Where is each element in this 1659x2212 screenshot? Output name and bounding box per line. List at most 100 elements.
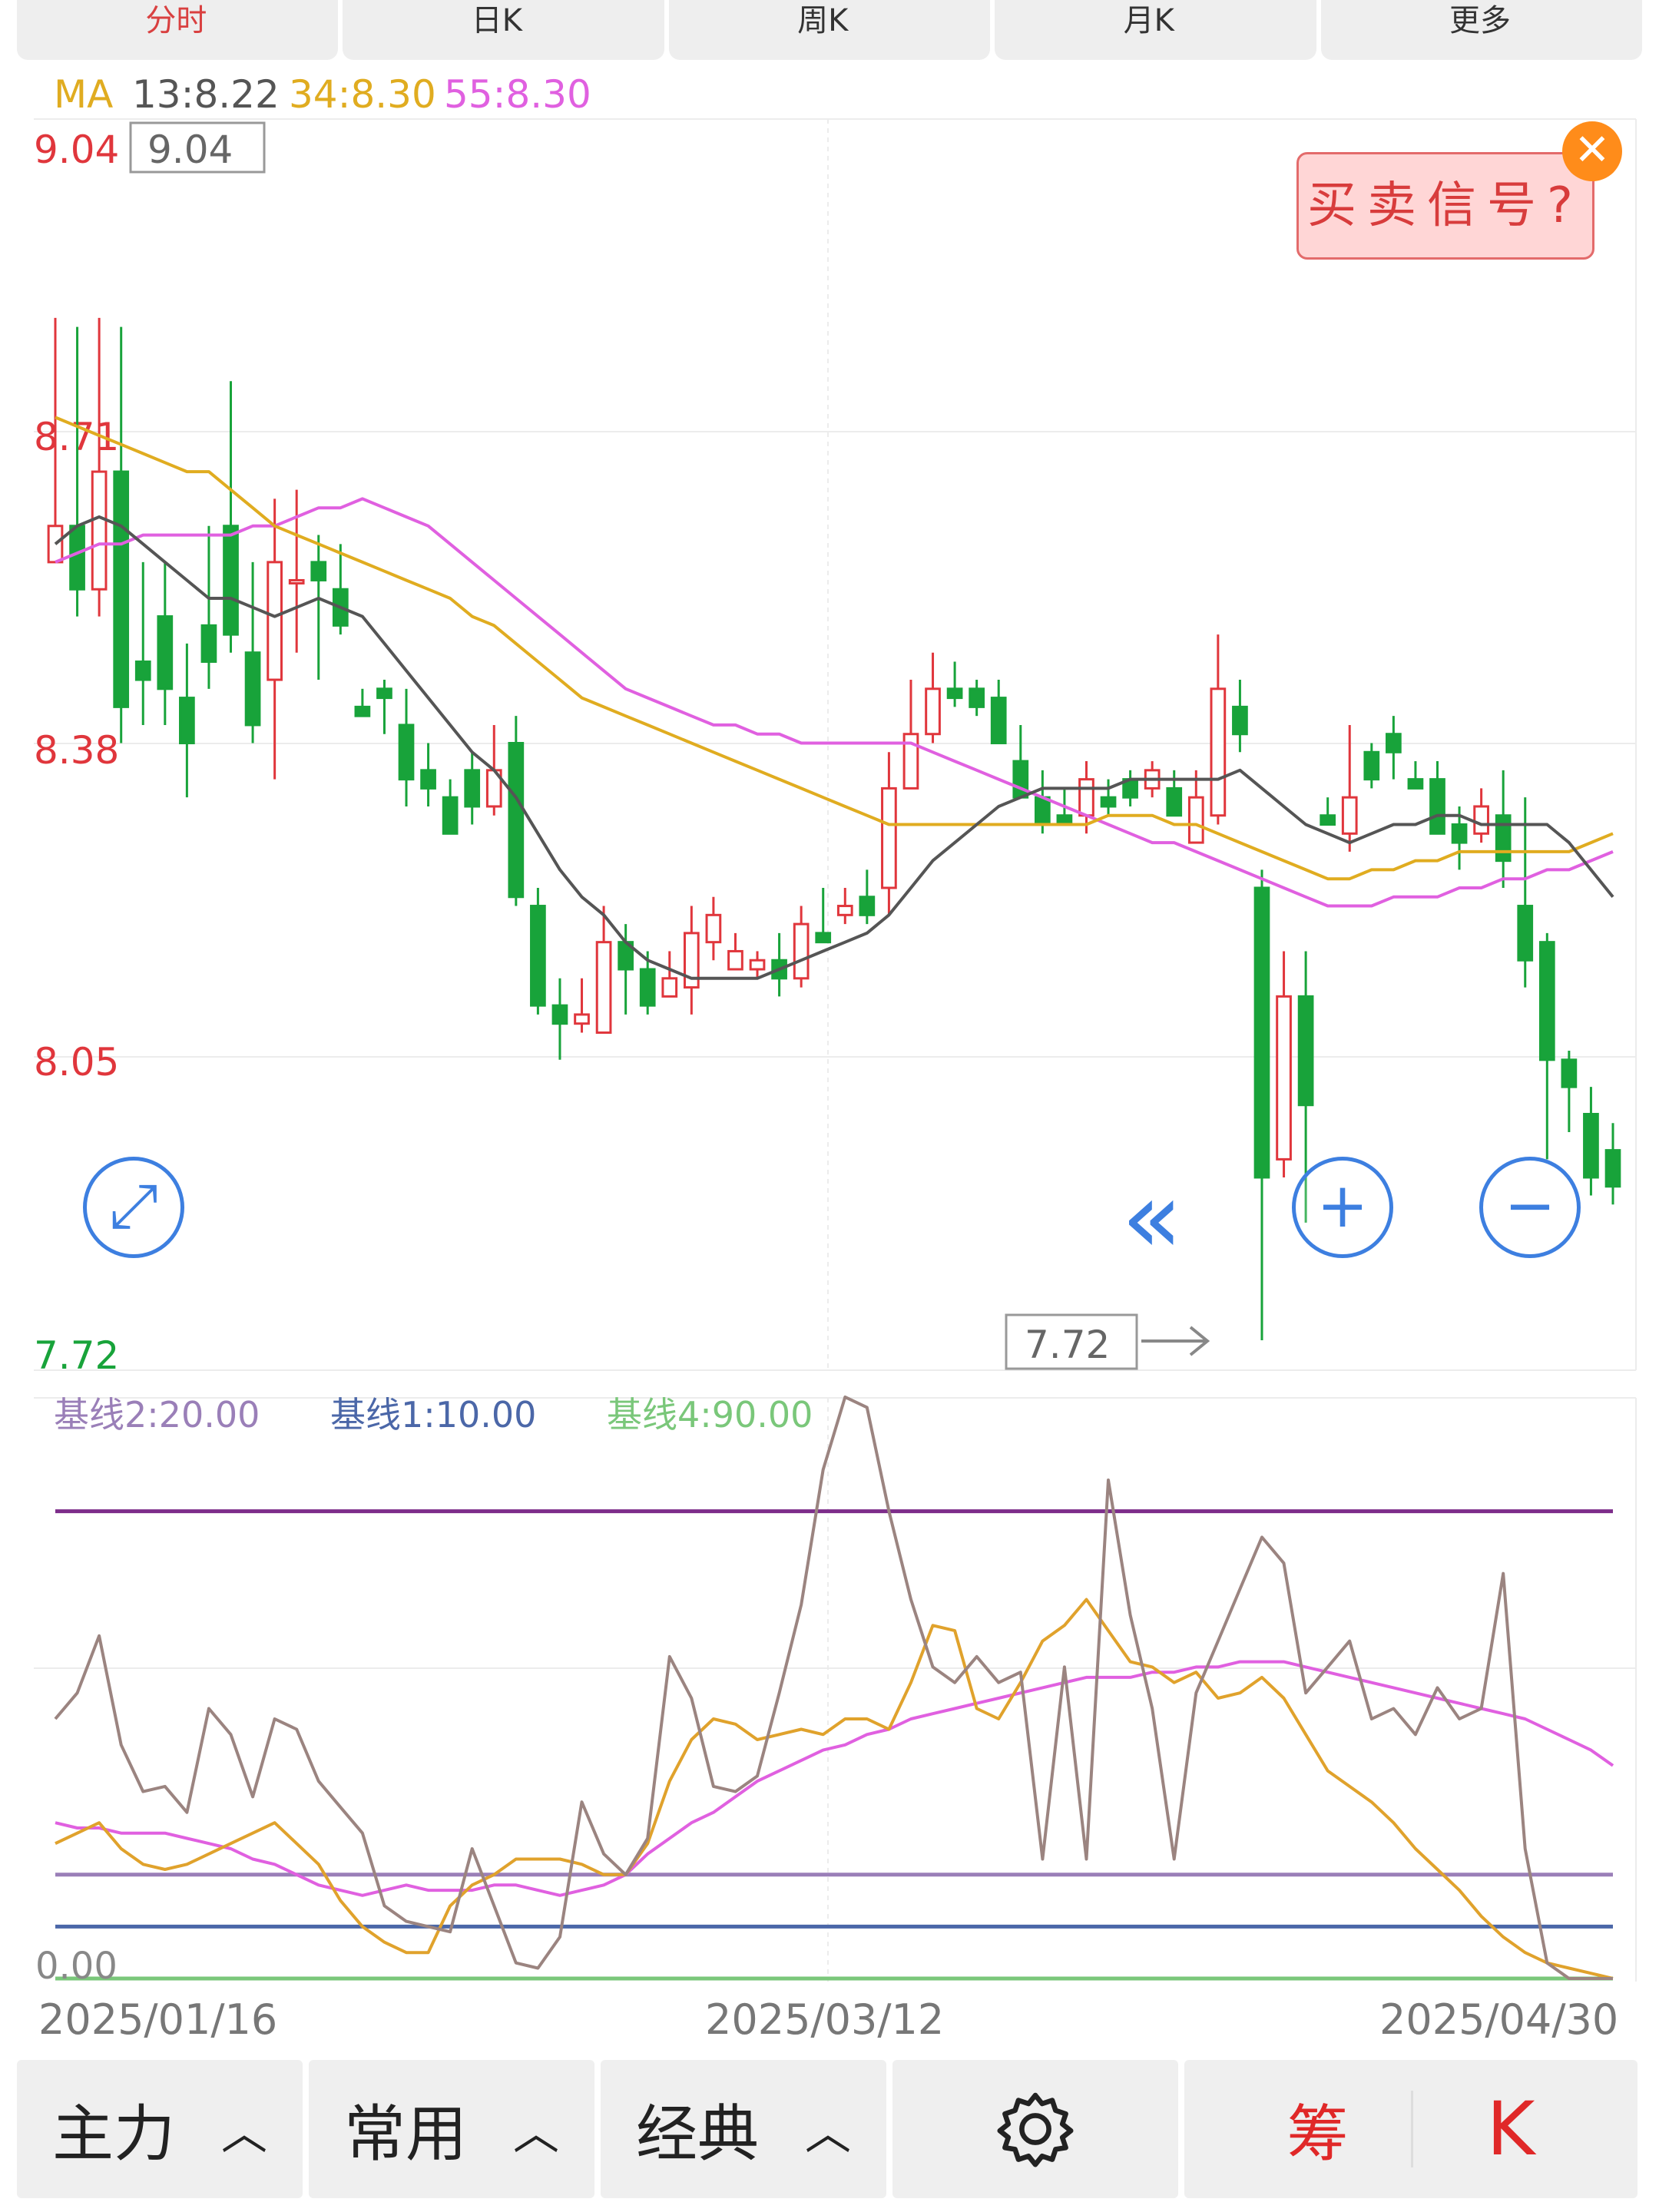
- main-indicator-label: 主力: [52, 2098, 175, 2170]
- indicator-j-line: [55, 1660, 1614, 1897]
- candle-body: [179, 697, 195, 745]
- ma34-legend: 34:8.30: [289, 72, 436, 117]
- candle-body: [595, 941, 612, 1034]
- candle-body: [793, 922, 810, 980]
- scroll-left-icon[interactable]: «: [1121, 1167, 1183, 1267]
- candle-body: [639, 968, 656, 1007]
- base2-legend: 基线2:20.00: [54, 1394, 260, 1435]
- indicator-zero-label: 0.00: [35, 1945, 118, 1988]
- date-label-start: 2025/01/16: [38, 1995, 277, 2044]
- candle-body: [442, 796, 459, 835]
- candle-body: [1210, 687, 1227, 817]
- candle-body: [508, 742, 525, 899]
- candle-body: [727, 949, 743, 971]
- candle-body: [288, 578, 305, 584]
- ma13-legend: 13:8.22: [132, 72, 280, 117]
- candle-body: [47, 525, 64, 564]
- price-high-label: 9.04: [34, 127, 119, 172]
- candle-body: [881, 786, 897, 889]
- candle-body: [530, 905, 546, 1007]
- candle-body: [574, 1013, 590, 1025]
- low-arrow-icon: [1141, 1326, 1210, 1356]
- candle-body: [1473, 805, 1489, 835]
- candle-body: [1604, 1149, 1621, 1188]
- common-indicator-label: 常用: [344, 2098, 467, 2170]
- candle-body: [1341, 796, 1358, 835]
- candle-body: [376, 687, 392, 700]
- candle-body: [91, 470, 108, 591]
- candle-body: [134, 660, 151, 681]
- candle-body: [1561, 1058, 1578, 1088]
- common-indicator-menu[interactable]: 常用 ︿: [309, 2060, 594, 2198]
- candle-body: [1407, 778, 1424, 790]
- candle-body: [859, 896, 876, 916]
- main-indicator-menu[interactable]: 主力 ︿: [17, 2060, 303, 2198]
- stock-chart[interactable]: MA 13:8.22 34:8.30 55:8.30 9.04 9.04 8.7…: [0, 0, 1659, 2212]
- candle-body: [1451, 823, 1468, 844]
- indicator-k-line: [54, 1395, 1613, 1980]
- ma55-legend: 55:8.30: [444, 72, 591, 117]
- candle-body: [69, 525, 85, 591]
- k-line-button[interactable]: K: [1487, 2086, 1535, 2172]
- chip-k-switch: 筹 K: [1184, 2060, 1637, 2198]
- candle-body: [1583, 1112, 1599, 1179]
- price-tick-label: 8.05: [34, 1040, 119, 1084]
- base4-legend: 基线4:90.00: [607, 1394, 813, 1435]
- classic-indicator-label: 经典: [636, 2098, 759, 2170]
- classic-indicator-menu[interactable]: 经典 ︿: [601, 2060, 886, 2198]
- settings-button[interactable]: [892, 2060, 1178, 2198]
- ma-legend-prefix: MA: [54, 72, 113, 117]
- candle-body: [1187, 796, 1204, 844]
- indicator-d-line: [55, 1598, 1614, 1980]
- candle-body: [1078, 778, 1094, 817]
- candle-body: [354, 705, 371, 717]
- candle-body: [1495, 814, 1512, 863]
- candle-body: [310, 561, 327, 581]
- date-label-mid: 2025/03/12: [705, 1995, 944, 2044]
- candle-body: [1232, 705, 1248, 736]
- candle-body: [749, 959, 766, 971]
- candle-body: [1320, 814, 1336, 826]
- candle-body: [990, 697, 1007, 745]
- candle-body: [267, 561, 283, 681]
- candle-body: [157, 615, 174, 690]
- candle-body: [398, 724, 415, 781]
- trade-signal-button[interactable]: 买卖信号?: [1296, 152, 1594, 260]
- candle-body: [1386, 733, 1402, 753]
- price-tick-label: 8.38: [34, 728, 119, 773]
- date-label-end: 2025/04/30: [1379, 1995, 1618, 2044]
- zoom-out-icon[interactable]: −: [1479, 1157, 1581, 1258]
- candle-body: [551, 1004, 568, 1025]
- candle-body: [113, 470, 130, 708]
- price-low-box-label: 7.72: [1025, 1323, 1110, 1367]
- base1-legend: 基线1:10.00: [330, 1394, 536, 1435]
- candle-body: [1100, 796, 1117, 808]
- candle-body: [1253, 886, 1270, 1179]
- candle-body: [1517, 905, 1534, 962]
- zoom-in-icon[interactable]: +: [1292, 1157, 1393, 1258]
- fullscreen-expand-icon[interactable]: ⤢: [83, 1157, 184, 1258]
- candle-body: [1166, 786, 1183, 817]
- chevron-up-icon: ︿: [513, 2106, 559, 2161]
- gear-icon: [997, 2092, 1074, 2167]
- close-icon[interactable]: ✕: [1562, 121, 1622, 181]
- base-lines-layer: [55, 1509, 1613, 1981]
- candle-body: [1538, 941, 1555, 1061]
- candle-body: [223, 525, 239, 636]
- candle-body: [969, 687, 985, 708]
- indicator-lines-layer: [54, 1395, 1614, 1980]
- candle-body: [661, 977, 678, 998]
- candle-body: [1363, 750, 1380, 781]
- candle-body: [1429, 778, 1445, 835]
- bottom-toolbar: 主力 ︿ 常用 ︿ 经典 ︿ 筹 K: [17, 2060, 1642, 2198]
- price-low-label: 7.72: [34, 1333, 119, 1378]
- ma-lines-layer: [54, 416, 1614, 980]
- candle-body: [815, 932, 832, 944]
- chip-distribution-button[interactable]: 筹: [1287, 2085, 1349, 2174]
- candle-body: [925, 687, 941, 736]
- chevron-up-icon: ︿: [805, 2106, 851, 2161]
- candle-body: [244, 651, 261, 727]
- candle-body: [946, 687, 963, 700]
- chevron-up-icon: ︿: [221, 2106, 267, 2161]
- price-high-box-label: 9.04: [147, 127, 233, 172]
